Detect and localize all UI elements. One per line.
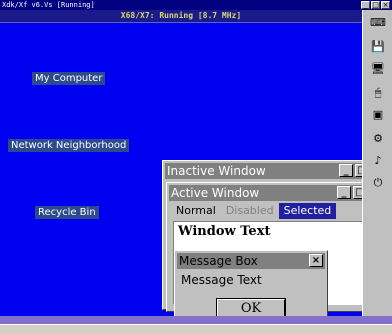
emulator-title: Xdk/Xf v6.Vs [Running] [2,1,95,9]
emulator-title-bar: Xdk/Xf v6.Vs [Running] _ □ × [0,0,392,10]
screen-status-bar: X68/X7: Running [8.7 MHz] [0,10,362,23]
sound-icon[interactable]: ♪ [370,154,386,168]
menu-item-normal[interactable]: Normal [171,203,221,219]
message-box-controls: × [309,254,323,267]
emulator-window-controls: _ □ × [361,1,390,9]
active-minimize-button[interactable]: _ [337,186,351,199]
disk-icon[interactable]: 💾 [370,40,386,54]
menu-item-selected[interactable]: Selected [278,203,337,219]
message-box[interactable]: Message Box × Message Text OK [174,250,328,324]
inactive-window-title: Inactive Window [167,164,266,178]
desktop-icon-recycle-bin[interactable]: Recycle Bin [35,206,99,219]
message-box-close-button[interactable]: × [309,254,323,267]
menu-item-disabled: Disabled [225,204,274,217]
desktop-icon-network-neighborhood[interactable]: Network Neighborhood [8,139,130,152]
active-window-titlebar[interactable]: Active Window _ □ × [169,185,385,201]
screen-status-text: X68/X7: Running [8.7 MHz] [120,11,242,20]
power-icon[interactable]: ⏻ [370,176,386,190]
message-box-titlebar[interactable]: Message Box × [177,253,325,269]
message-box-title: Message Box [179,254,258,268]
active-window-menu: Normal Disabled Selected [171,203,337,219]
keyboard-icon[interactable]: ⌨ [370,16,386,30]
emulator-minimize-button[interactable]: _ [361,1,370,9]
chip-icon[interactable]: ▣ [370,108,386,122]
inactive-minimize-button[interactable]: _ [339,164,353,177]
emulator-toolbar: ⌨ 💾 🖥 🖱 ▣ ⚙ ♪ ⏻ [362,10,392,316]
monitor-icon[interactable]: 🖥 [370,62,386,76]
active-window-title: Active Window [171,186,260,200]
settings-icon[interactable]: ⚙ [370,132,386,146]
window-text: Window Text [178,224,271,239]
desktop-icon-my-computer[interactable]: My Computer [32,72,106,85]
mouse-icon[interactable]: 🖱 [370,86,386,100]
emulator-maximize-button[interactable]: □ [371,1,380,9]
message-text: Message Text [181,273,262,287]
inactive-window-titlebar[interactable]: Inactive Window _ □ × [165,163,387,179]
emulator-close-button[interactable]: × [381,1,390,9]
emulator-bottom-strip [0,316,392,324]
